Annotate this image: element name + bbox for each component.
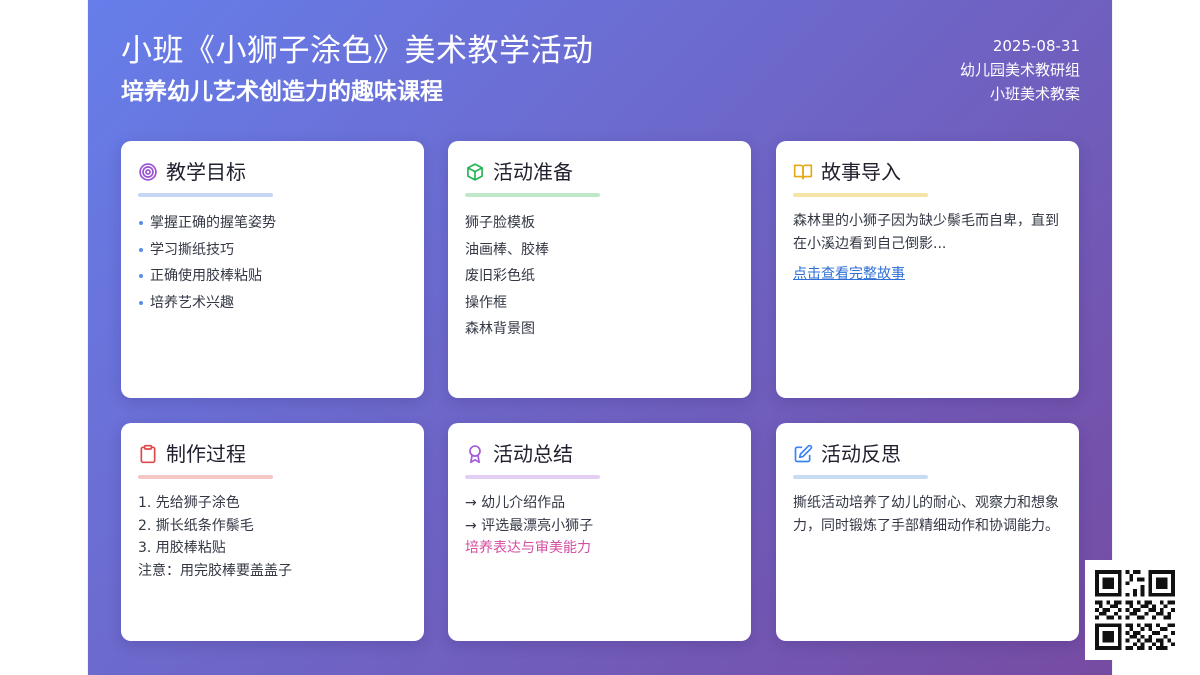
story-underline: [793, 193, 928, 197]
goals-card: 教学目标 掌握正确的握笔姿势 学习撕纸技巧 正确使用胶棒粘贴 培养艺术兴趣: [121, 141, 424, 398]
step-item: 2. 撕长纸条作鬃毛: [138, 517, 254, 534]
step-item: 3. 用胶棒粘贴: [138, 540, 226, 556]
list-item: 培养艺术兴趣: [138, 290, 407, 317]
summary-card-header: 活动总结: [465, 441, 734, 467]
reflection-card: 活动反思 撕纸活动培养了幼儿的耐心、观察力和想象力，同时锻炼了手部精细动作和协调…: [776, 423, 1079, 641]
story-card: 故事导入 森林里的小狮子因为缺少鬃毛而自卑，直到在小溪边看到自己倒影... 点击…: [776, 141, 1079, 398]
qr-code-icon: [1095, 570, 1175, 650]
book-icon: [793, 162, 813, 182]
story-text: 森林里的小狮子因为缺少鬃毛而自卑，直到在小溪边看到自己倒影...: [793, 213, 1059, 252]
reflection-card-title: 活动反思: [821, 442, 901, 466]
step-item: 1. 先给狮子涂色: [138, 495, 240, 511]
edit-icon: [793, 444, 813, 464]
goals-underline: [138, 193, 273, 197]
reflection-underline: [793, 475, 928, 479]
summary-lines: → 幼儿介绍作品 → 评选最漂亮小狮子 培养表达与审美能力: [465, 492, 734, 560]
goals-card-header: 教学目标: [138, 159, 407, 185]
group-label: 幼儿园美术教研组: [959, 61, 1080, 79]
list-item: 油画棒、胶棒: [465, 241, 549, 258]
list-item: 操作框: [465, 294, 507, 311]
list-item: 森林背景图: [465, 321, 535, 337]
list-item: 废旧彩色纸: [465, 268, 535, 284]
qr-code[interactable]: [1085, 560, 1185, 660]
box-icon: [465, 162, 485, 182]
story-card-header: 故事导入: [793, 159, 1062, 185]
process-card: 制作过程 1. 先给狮子涂色 2. 撕长纸条作鬃毛 3. 用胶棒粘贴 注意：用完…: [121, 423, 424, 641]
summary-underline: [465, 475, 600, 479]
process-card-header: 制作过程: [138, 441, 407, 467]
award-icon: [465, 444, 485, 464]
date-label: 2025-08-31: [992, 37, 1080, 55]
step-note: 注意：用完胶棒要盖盖子: [138, 562, 292, 579]
clipboard-icon: [138, 444, 158, 464]
list-item: 掌握正确的握笔姿势: [138, 210, 407, 237]
process-steps: 1. 先给狮子涂色 2. 撕长纸条作鬃毛 3. 用胶棒粘贴 注意：用完胶棒要盖盖…: [138, 492, 407, 582]
prep-underline: [465, 193, 600, 197]
summary-line: → 幼儿介绍作品: [465, 495, 566, 511]
reflection-text: 撕纸活动培养了幼儿的耐心、观察力和想象力，同时锻炼了手部精细动作和协调能力。: [793, 495, 1059, 534]
doc-type-label: 小班美术教案: [989, 85, 1080, 103]
summary-line: → 评选最漂亮小狮子: [465, 517, 594, 534]
list-item: 狮子脸模板: [465, 215, 535, 231]
summary-highlight: 培养表达与审美能力: [465, 540, 591, 556]
prep-card-title: 活动准备: [493, 160, 573, 184]
full-story-link[interactable]: 点击查看完整故事: [793, 263, 905, 283]
prep-card-header: 活动准备: [465, 159, 734, 185]
header-meta: 2025-08-31 幼儿园美术教研组 小班美术教案: [960, 34, 1080, 106]
target-icon: [138, 162, 158, 182]
list-item: 学习撕纸技巧: [138, 237, 407, 264]
process-underline: [138, 475, 273, 479]
process-card-title: 制作过程: [166, 442, 246, 466]
page-title: 小班《小狮子涂色》美术教学活动: [121, 33, 594, 69]
story-card-title: 故事导入: [821, 160, 901, 184]
page-subtitle: 培养幼儿艺术创造力的趣味课程: [121, 79, 443, 105]
summary-card: 活动总结 → 幼儿介绍作品 → 评选最漂亮小狮子 培养表达与审美能力: [448, 423, 751, 641]
reflection-card-header: 活动反思: [793, 441, 1062, 467]
summary-card-title: 活动总结: [493, 442, 573, 466]
goals-card-title: 教学目标: [166, 160, 246, 184]
lesson-slide: 小班《小狮子涂色》美术教学活动 培养幼儿艺术创造力的趣味课程 2025-08-3…: [88, 0, 1112, 675]
prep-list: 狮子脸模板 油画棒、胶棒 废旧彩色纸 操作框 森林背景图: [465, 210, 734, 343]
list-item: 正确使用胶棒粘贴: [138, 263, 407, 290]
prep-card: 活动准备 狮子脸模板 油画棒、胶棒 废旧彩色纸 操作框 森林背景图: [448, 141, 751, 398]
goals-list: 掌握正确的握笔姿势 学习撕纸技巧 正确使用胶棒粘贴 培养艺术兴趣: [138, 210, 407, 316]
